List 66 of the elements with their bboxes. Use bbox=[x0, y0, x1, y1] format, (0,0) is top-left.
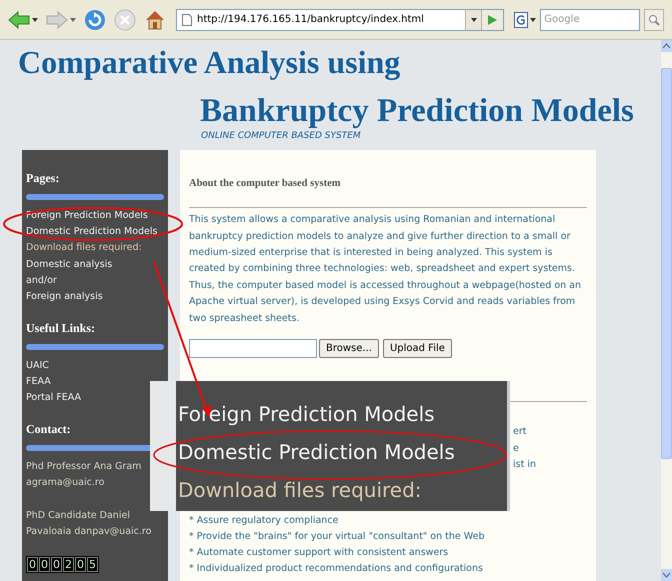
contact-text: PhD Candidate Daniel bbox=[26, 508, 130, 523]
reload-icon bbox=[84, 8, 106, 30]
feature-item: * Individualized product recommendations and configurations bbox=[189, 562, 484, 576]
sidebar-heading: Useful Links: bbox=[26, 320, 96, 336]
feature-item: * Assure regulatory compliance bbox=[189, 514, 340, 528]
sidebar-text: Download files required: bbox=[26, 241, 142, 256]
sidebar-text: Download files required: bbox=[178, 477, 423, 504]
caret-icon bbox=[470, 18, 477, 22]
counter-digit: 2 bbox=[63, 557, 74, 572]
counter-digit: 0 bbox=[75, 557, 86, 572]
play-icon bbox=[488, 14, 498, 24]
scroll-down-icon[interactable] bbox=[661, 569, 672, 581]
stop-icon bbox=[114, 8, 136, 30]
url-text: http://194.176.165.11/bankruptcy/index.html bbox=[197, 13, 425, 27]
sidebar-link[interactable]: UAIC bbox=[26, 358, 49, 374]
counter-digit: 0 bbox=[51, 557, 62, 572]
covered-text: e bbox=[513, 442, 519, 454]
caret-icon bbox=[530, 18, 536, 22]
sidebar-text: and/or bbox=[26, 274, 57, 288]
scroll-up-icon[interactable] bbox=[661, 40, 672, 52]
sidebar-link[interactable]: Portal FEAA bbox=[26, 390, 82, 407]
file-path-field[interactable] bbox=[189, 339, 317, 358]
site-title: Comparative Analysis using bbox=[18, 43, 400, 82]
sidebar-link[interactable]: Foreign analysis bbox=[26, 289, 103, 306]
scrollbar[interactable] bbox=[661, 40, 672, 581]
contact-text: Phd Professor Ana Gram bbox=[26, 460, 142, 474]
caret-icon bbox=[70, 18, 76, 22]
site-subtitle: Bankruptcy Prediction Models bbox=[200, 92, 634, 130]
counter-digit: 0 bbox=[27, 557, 38, 572]
search-engine-button[interactable] bbox=[514, 10, 536, 30]
sidebar-heading: Contact: bbox=[26, 420, 72, 438]
covered-text: ist in bbox=[513, 458, 536, 470]
feature-item: * Automate customer support with consistent answers bbox=[189, 546, 450, 560]
site-tagline: ONLINE COMPUTER BASED SYSTEM bbox=[201, 130, 361, 143]
contact-text: agrama@uaic.ro bbox=[26, 476, 104, 490]
g-logo-icon bbox=[514, 12, 528, 28]
search-field[interactable]: Google bbox=[540, 8, 640, 30]
counter-digit: 0 bbox=[39, 557, 50, 572]
feature-item: * Provide the "brains" for your virtual "consultant" on the Web bbox=[189, 530, 486, 544]
sidebar-link[interactable]: Domestic Prediction Models bbox=[26, 224, 158, 240]
sidebar-link[interactable]: FEAA bbox=[26, 374, 51, 390]
scroll-thumb[interactable] bbox=[661, 68, 672, 459]
page-icon bbox=[182, 14, 192, 26]
covered-text: ert bbox=[513, 426, 526, 438]
content-heading: About the computer based system bbox=[189, 176, 342, 190]
browse-button[interactable]: Browse... bbox=[319, 339, 379, 358]
forward-button[interactable] bbox=[46, 10, 76, 28]
sidebar-link[interactable]: Domestic analysis bbox=[26, 256, 112, 273]
stop-button[interactable] bbox=[114, 8, 136, 30]
sidebar-link[interactable]: Foreign Prediction Models bbox=[26, 208, 148, 224]
counter-digit: 5 bbox=[87, 557, 98, 572]
caret-icon bbox=[32, 18, 38, 22]
search-icon bbox=[648, 14, 660, 26]
upload-button[interactable]: Upload File bbox=[382, 339, 452, 358]
address-bar[interactable]: http://194.176.165.11/bankruptcy/index.html bbox=[176, 8, 504, 30]
reload-button[interactable] bbox=[84, 8, 106, 30]
forward-arrow-icon bbox=[46, 10, 68, 28]
history-dropdown[interactable] bbox=[465, 10, 482, 30]
home-icon bbox=[144, 8, 166, 30]
back-button[interactable] bbox=[8, 10, 38, 28]
description-paragraph: This system allows a comparative analysis using Romanian and international bankruptcy prediction models to analyze and give further direction to a small or medium-sized enterprise that is interested in being analyzed. This system is created by combining three technologies: web, spreadsheet and expert systems. Thus, the computer based model is accessed throughout a webpage(hosted on an Apache virtual server), is developed using Exsys Corvid and reads variables from two spreasheet sheets. bbox=[189, 213, 582, 326]
home-button[interactable] bbox=[144, 8, 166, 30]
back-arrow-icon bbox=[8, 10, 30, 28]
sidebar-heading: Pages: bbox=[26, 170, 60, 186]
contact-text: Pavaloaia danpav@uaic.ro bbox=[26, 524, 152, 539]
search-button[interactable] bbox=[644, 8, 664, 30]
